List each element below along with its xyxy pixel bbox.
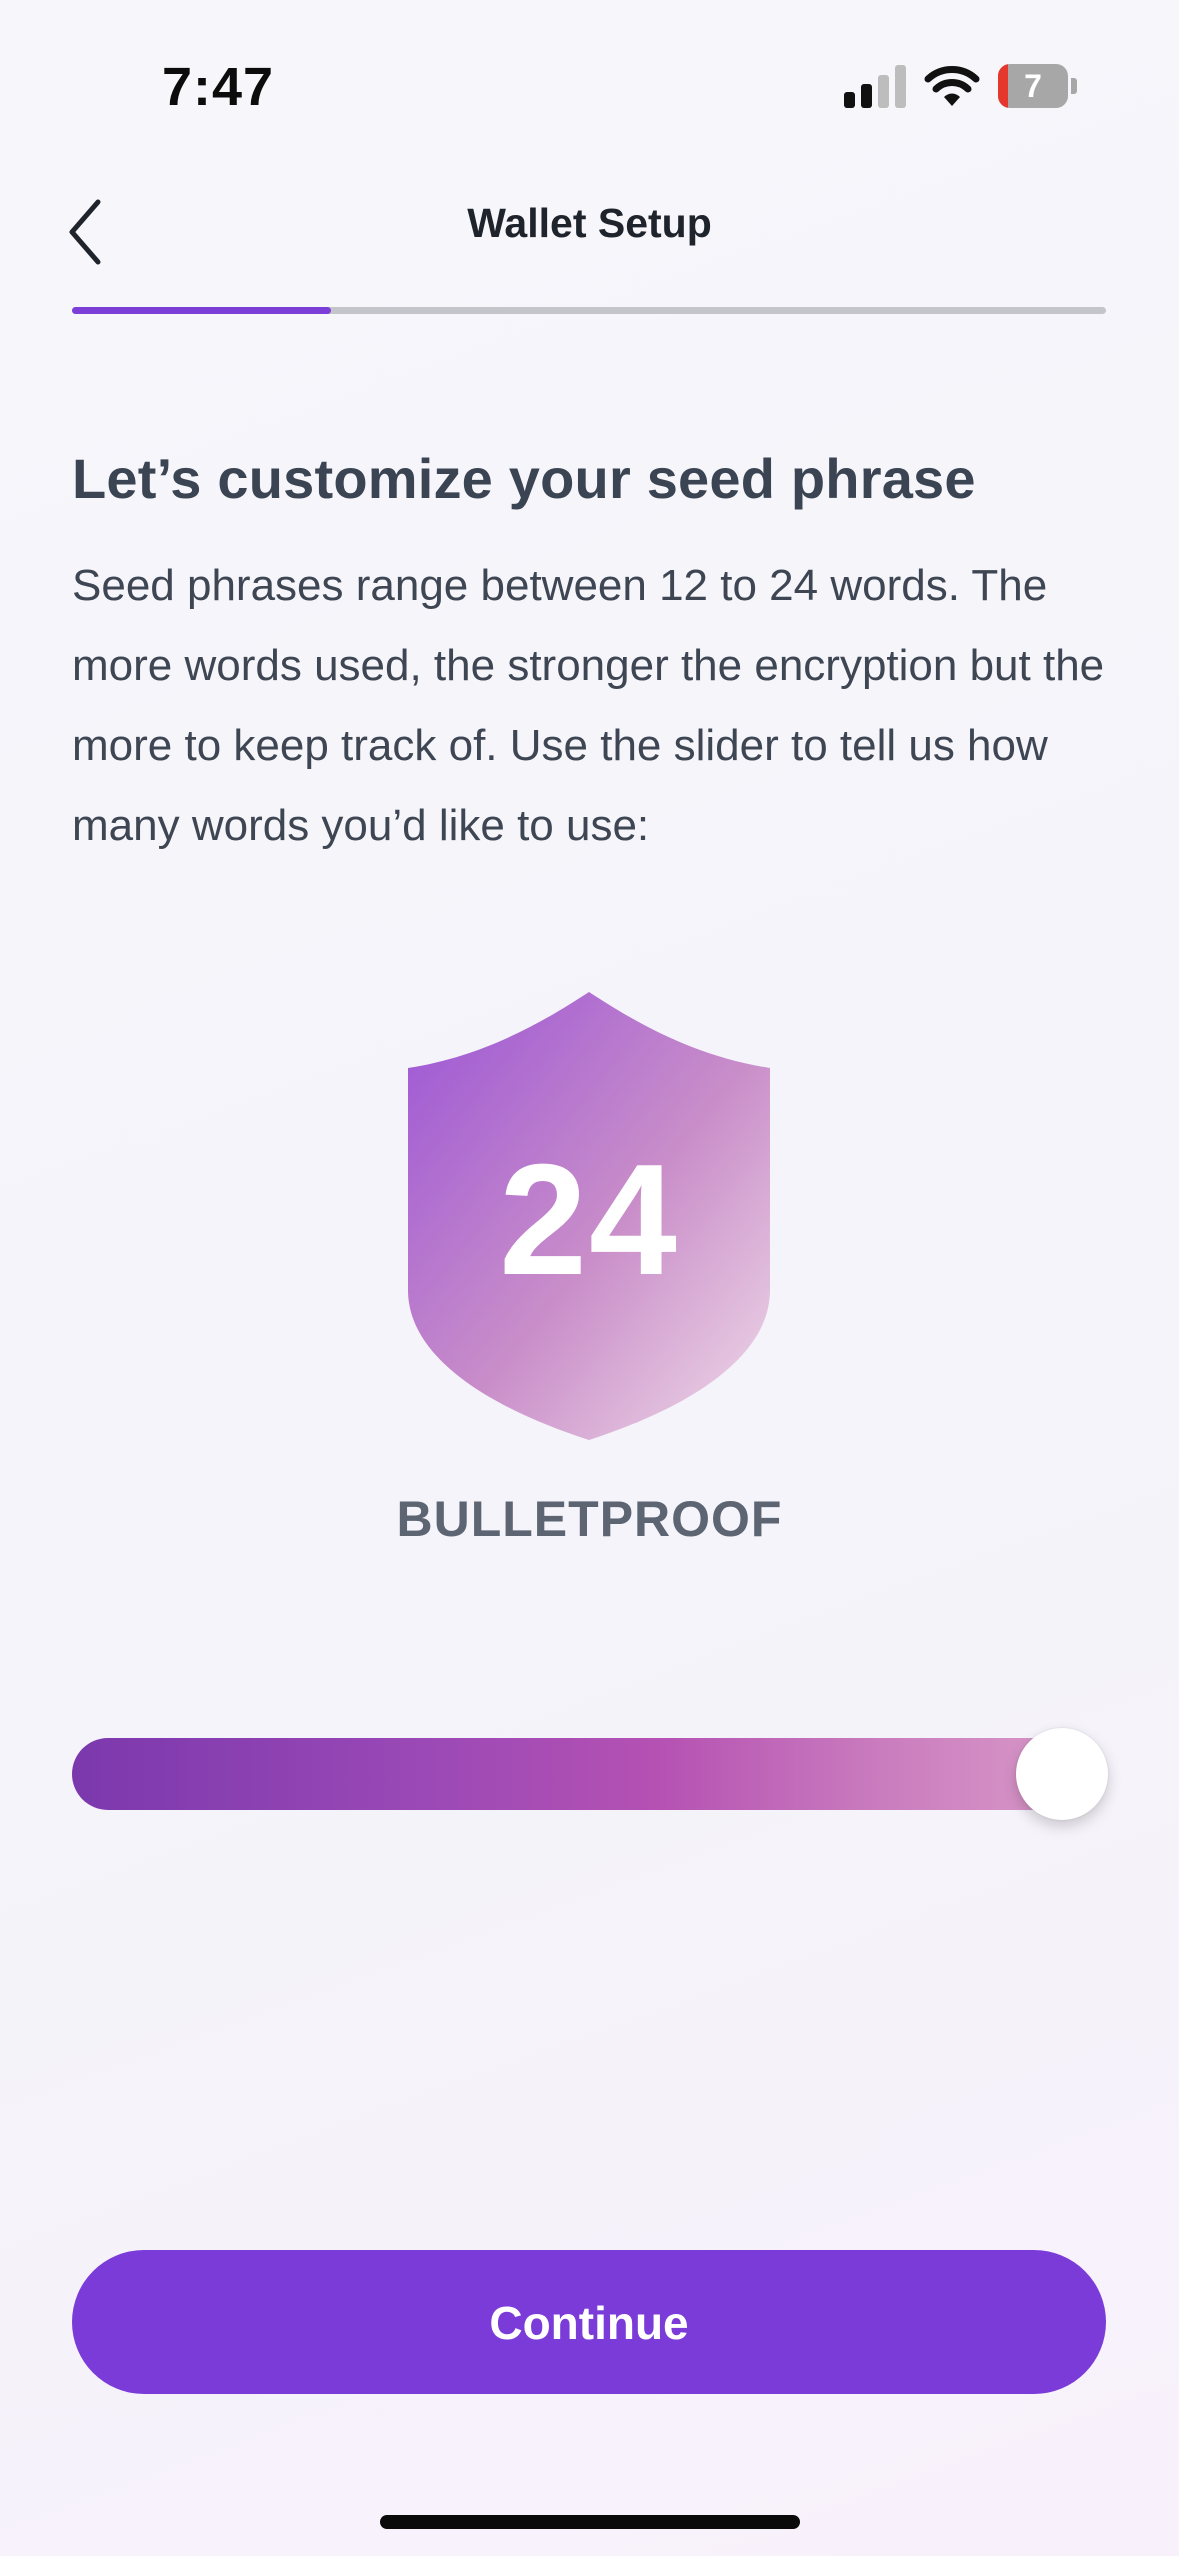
headline: Let’s customize your seed phrase bbox=[72, 447, 976, 510]
continue-button[interactable]: Continue bbox=[72, 2250, 1106, 2394]
strength-label: BULLETPROOF bbox=[396, 1491, 783, 1547]
wifi-icon bbox=[924, 66, 980, 106]
setup-progress-bar bbox=[72, 307, 1106, 314]
status-time: 7:47 bbox=[162, 57, 275, 117]
navigation-header: Wallet Setup bbox=[0, 170, 1179, 300]
description-text: Seed phrases range between 12 to 24 word… bbox=[72, 561, 1105, 850]
battery-icon: 7 bbox=[998, 64, 1078, 108]
setup-progress-fill bbox=[72, 307, 331, 314]
word-count-value: 24 bbox=[499, 1132, 679, 1308]
slider-track[interactable] bbox=[72, 1738, 1082, 1810]
page-title: Wallet Setup bbox=[467, 200, 712, 246]
status-bar: 7:47 7 bbox=[0, 0, 1179, 170]
home-indicator bbox=[380, 2515, 800, 2529]
signal-icon bbox=[844, 64, 906, 108]
slider-thumb[interactable] bbox=[1016, 1728, 1108, 1820]
word-count-slider[interactable] bbox=[72, 1728, 1112, 1820]
battery-level: 7 bbox=[1024, 68, 1042, 104]
